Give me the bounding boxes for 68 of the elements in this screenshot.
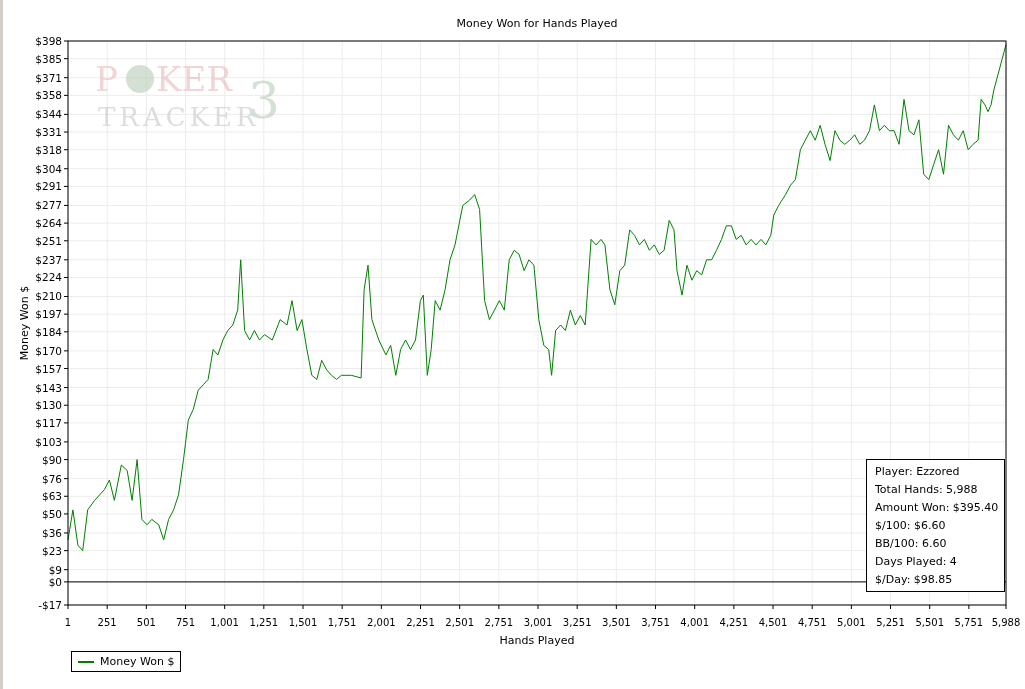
x-tick-label: 1,751 [327, 617, 357, 628]
y-tick-label: $291 [35, 180, 62, 193]
y-tick-label: $385 [35, 52, 62, 65]
x-tick-label: 251 [97, 617, 117, 628]
x-tick-label: 3,751 [641, 617, 670, 628]
y-tick-label: -$17 [38, 599, 62, 611]
stats-text: $/Day: $98.85 [875, 572, 954, 588]
y-tick-label: $344 [35, 108, 62, 121]
x-tick-label: 2,501 [445, 617, 474, 628]
y-tick-label: $197 [35, 308, 62, 321]
y-tick-label: $371 [35, 71, 62, 84]
x-tick-label: 2,751 [484, 617, 514, 628]
y-tick-label: $143 [35, 381, 62, 394]
y-tick-label: $398 [35, 35, 62, 47]
x-tick-label: 5,251 [876, 617, 905, 628]
x-axis-title: Hands Played [499, 634, 575, 647]
y-tick-label: $103 [35, 435, 62, 448]
y-tick-label: $264 [35, 217, 62, 230]
stats-text: $/100: $6.60 [875, 518, 947, 534]
x-tick-label: 2,001 [367, 617, 396, 628]
y-tick-label: $210 [35, 290, 62, 303]
y-tick-label: $76 [41, 472, 62, 485]
y-tick-label: $50 [41, 507, 62, 520]
y-tick-label: $63 [41, 490, 62, 503]
y-tick-label: $130 [35, 399, 62, 412]
y-tick-label: $157 [35, 362, 62, 375]
y-tick-label: $36 [41, 526, 62, 539]
y-tick-label: $331 [35, 126, 62, 139]
y-tick-label: $318 [35, 143, 62, 156]
x-tick-label: 5,988 [991, 617, 1021, 628]
y-tick-label: $277 [35, 199, 62, 212]
y-tick-label: $224 [35, 271, 62, 284]
y-tick-label: $9 [48, 563, 62, 576]
stats-text: Days Played: 4 [875, 554, 958, 570]
x-tick-label: 5,751 [954, 617, 984, 628]
y-tick-label: $304 [35, 162, 62, 175]
y-tick-label: $184 [35, 325, 62, 338]
x-tick-label: 3,251 [562, 617, 592, 628]
stats-text: Player: Ezzored [875, 464, 961, 480]
stats-text: BB/100: 6.60 [875, 536, 948, 552]
y-axis-title: Money Won $ [18, 285, 31, 361]
x-tick-label: 751 [175, 617, 196, 628]
y-tick-label: $251 [35, 234, 62, 247]
x-tick-label: 5,001 [837, 617, 866, 628]
x-tick-label: 3,501 [602, 617, 631, 628]
x-tick-label: 1,001 [210, 617, 239, 628]
x-tick-label: 3,001 [523, 617, 553, 628]
y-tick-label: $237 [35, 253, 62, 266]
x-tick-label: 4,251 [719, 617, 749, 628]
x-tick-label: 4,501 [758, 617, 788, 628]
y-tick-label: $358 [35, 89, 62, 102]
x-tick-label: 1 [64, 617, 72, 628]
x-tick-label: 1,501 [288, 617, 318, 628]
x-tick-label: 2,251 [406, 617, 435, 628]
y-tick-label: $23 [41, 544, 62, 557]
x-tick-label: 1,251 [249, 617, 279, 628]
y-tick-label: $90 [41, 453, 62, 466]
legend-label: Money Won $ [100, 655, 175, 668]
x-tick-label: 4,751 [797, 617, 827, 628]
x-tick-label: 5,501 [915, 617, 944, 628]
y-tick-label: $0 [48, 575, 62, 588]
x-tick-label: 4,001 [680, 617, 709, 628]
stats-text: Total Hands: 5,988 [875, 482, 979, 498]
y-tick-label: $170 [35, 344, 62, 357]
stats-text: Amount Won: $395.40 [875, 500, 999, 516]
y-tick-label: $117 [35, 416, 62, 429]
chart-title: Money Won for Hands Played [456, 17, 618, 30]
x-tick-label: 501 [136, 617, 156, 628]
